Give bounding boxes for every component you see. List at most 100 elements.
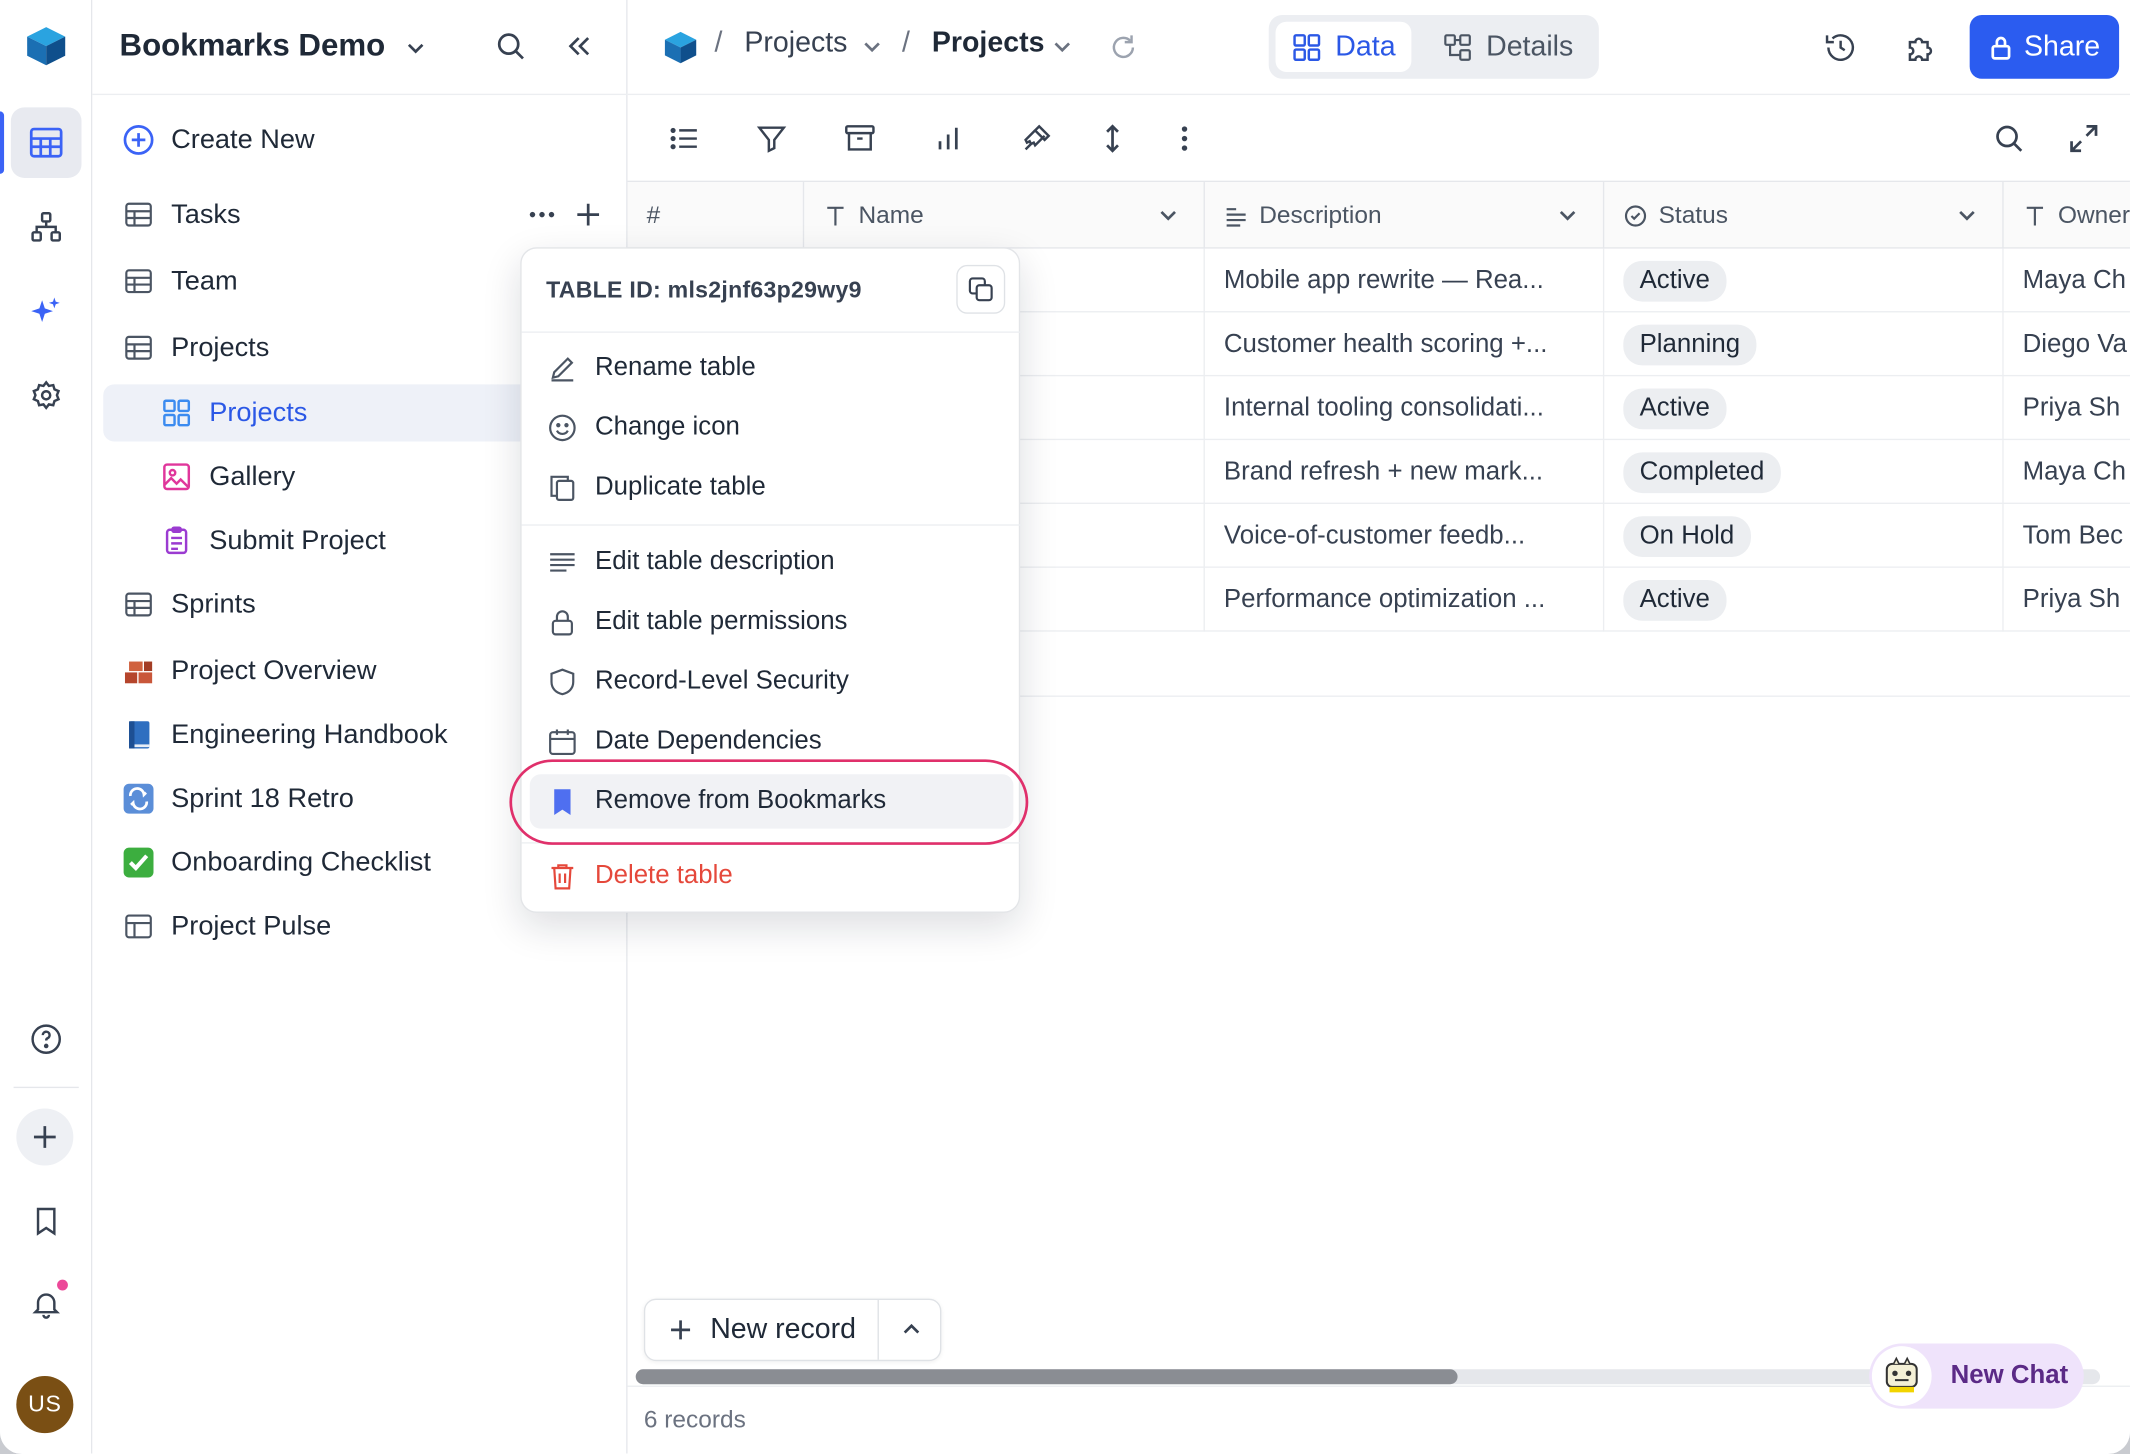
column-header-owner[interactable]: Owner (2004, 182, 2130, 249)
breadcrumb-table[interactable]: Projects (932, 27, 1045, 60)
tab-details[interactable]: Details (1426, 22, 1589, 72)
table-cell-status[interactable]: Active (1604, 567, 2004, 632)
expand-icon[interactable] (2065, 120, 2103, 158)
status-check-icon (1623, 203, 1647, 227)
chevron-down-icon[interactable] (1051, 35, 1073, 64)
share-label: Share (2023, 30, 2101, 62)
menu-item-change-icon[interactable]: Change icon (530, 401, 1014, 455)
sidebar-item-tasks[interactable]: Tasks (103, 186, 616, 243)
row-height-icon[interactable] (1094, 120, 1132, 158)
chart-bars-icon[interactable] (929, 120, 967, 158)
create-new-button[interactable]: Create New (103, 111, 616, 168)
refresh-icon[interactable] (1108, 33, 1138, 70)
sidebar-item-label: Projects (171, 332, 270, 363)
table-cell-description[interactable]: Brand refresh + new mark... (1205, 440, 1605, 504)
chevron-down-icon[interactable] (861, 35, 883, 64)
bookmarks-icon[interactable] (11, 1186, 82, 1257)
calendar-icon (546, 725, 579, 758)
top-bar: / Projects / Projects Data Details Share (627, 0, 2130, 96)
help-icon[interactable] (11, 1004, 82, 1075)
chevron-down-icon[interactable] (1956, 204, 1978, 226)
collapse-sidebar-icon[interactable] (562, 30, 595, 69)
status-badge: Active (1623, 579, 1727, 621)
more-options-icon[interactable] (527, 200, 557, 238)
table-cell-status[interactable]: Completed (1604, 440, 2004, 504)
table-cell-status[interactable]: On Hold (1604, 503, 2004, 568)
new-record-options-button[interactable] (880, 1300, 941, 1360)
more-vertical-icon[interactable] (1166, 120, 1204, 158)
app-logo-icon[interactable] (11, 11, 82, 82)
rail-tables-icon[interactable] (10, 107, 82, 178)
rail-hierarchy-icon[interactable] (11, 192, 82, 263)
table-cell-description[interactable]: Voice-of-customer feedb... (1205, 503, 1605, 568)
menu-item-edit-description[interactable]: Edit table description (530, 535, 1014, 589)
history-icon[interactable] (1823, 30, 1858, 72)
menu-item-edit-permissions[interactable]: Edit table permissions (530, 595, 1014, 649)
scrollbar-thumb[interactable] (635, 1369, 1458, 1385)
rail-settings-gear-icon[interactable] (11, 360, 82, 431)
tab-data[interactable]: Data (1275, 21, 1412, 72)
text-type-icon (823, 203, 847, 227)
workspace-name[interactable]: Bookmarks Demo (120, 27, 386, 64)
sidebar-item-label: Onboarding Checklist (171, 846, 431, 877)
rail-ai-sparkle-icon[interactable] (11, 276, 82, 347)
status-badge: Active (1623, 260, 1727, 301)
table-cell-owner[interactable]: Diego Va (2004, 312, 2130, 376)
column-header-status[interactable]: Status (1604, 182, 2004, 249)
table-icon (120, 585, 158, 623)
column-label: Owner (2057, 201, 2130, 229)
table-cell-description[interactable]: Performance optimization ... (1205, 567, 1605, 632)
search-icon[interactable] (494, 30, 527, 69)
extensions-puzzle-icon[interactable] (1903, 30, 1938, 72)
paint-brush-icon[interactable] (1017, 120, 1055, 158)
table-cell-owner[interactable]: Priya Sh (2004, 376, 2130, 440)
table-cell-status[interactable]: Planning (1604, 312, 2004, 377)
fields-list-icon[interactable] (666, 120, 704, 158)
column-header-number[interactable]: # (628, 182, 805, 249)
menu-item-rename-table[interactable]: Rename table (530, 341, 1014, 395)
column-header-name[interactable]: Name (804, 182, 1205, 249)
share-button[interactable]: Share (1969, 14, 2120, 79)
user-avatar[interactable]: US (16, 1376, 74, 1434)
trash-icon (546, 860, 579, 893)
grid-toolbar (627, 95, 2130, 183)
new-chat-button[interactable]: New Chat (1869, 1343, 2084, 1409)
table-cell-status[interactable]: Active (1604, 376, 2004, 441)
table-cell-description[interactable]: Internal tooling consolidati... (1205, 376, 1605, 441)
menu-item-duplicate-table[interactable]: Duplicate table (530, 460, 1014, 514)
menu-item-record-level-security[interactable]: Record-Level Security (530, 655, 1014, 709)
notifications-bell-icon[interactable] (11, 1269, 82, 1340)
app-window: US Bookmarks Demo Create New Tasks Team … (0, 0, 2130, 1454)
tab-details-label: Details (1486, 30, 1574, 62)
search-icon[interactable] (1990, 120, 2028, 158)
menu-divider (521, 524, 1022, 526)
table-cell-description[interactable]: Customer health scoring +... (1205, 312, 1605, 377)
chat-mascot-icon (1871, 1346, 1932, 1406)
group-archive-icon[interactable] (841, 120, 879, 158)
cell-text: Mobile app rewrite — Rea... (1223, 265, 1544, 295)
chevron-down-icon[interactable] (1557, 204, 1579, 226)
records-count: 6 records (643, 1405, 746, 1434)
table-cell-description[interactable]: Mobile app rewrite — Rea... (1205, 248, 1605, 313)
table-cell-owner[interactable]: Priya Sh (2004, 568, 2130, 632)
copy-id-button[interactable] (956, 264, 1006, 314)
table-cell-status[interactable]: Active (1604, 248, 2004, 313)
table-icon (120, 329, 158, 367)
menu-item-delete-table[interactable]: Delete table (530, 849, 1014, 903)
table-id-text: TABLE ID: mls2jnf63p29wy9 (546, 277, 862, 303)
add-workspace-button[interactable] (16, 1108, 74, 1166)
table-cell-owner[interactable]: Tom Bec (2004, 504, 2130, 568)
table-cell-owner[interactable]: Maya Ch (2004, 440, 2130, 504)
plus-icon (667, 1316, 694, 1343)
chevron-down-icon[interactable] (1157, 204, 1179, 226)
column-header-description[interactable]: Description (1205, 182, 1605, 249)
add-item-icon[interactable] (573, 200, 603, 238)
filter-icon[interactable] (753, 120, 791, 158)
grid-view-icon (1292, 32, 1322, 62)
sidebar-item-label: Engineering Handbook (171, 719, 448, 750)
new-record-button[interactable]: New record (645, 1299, 879, 1360)
table-cell-owner[interactable]: Maya Ch (2004, 249, 2130, 313)
breadcrumb-base[interactable]: Projects (744, 27, 847, 60)
chevron-down-icon[interactable] (403, 35, 427, 66)
base-logo-icon[interactable] (662, 29, 700, 74)
